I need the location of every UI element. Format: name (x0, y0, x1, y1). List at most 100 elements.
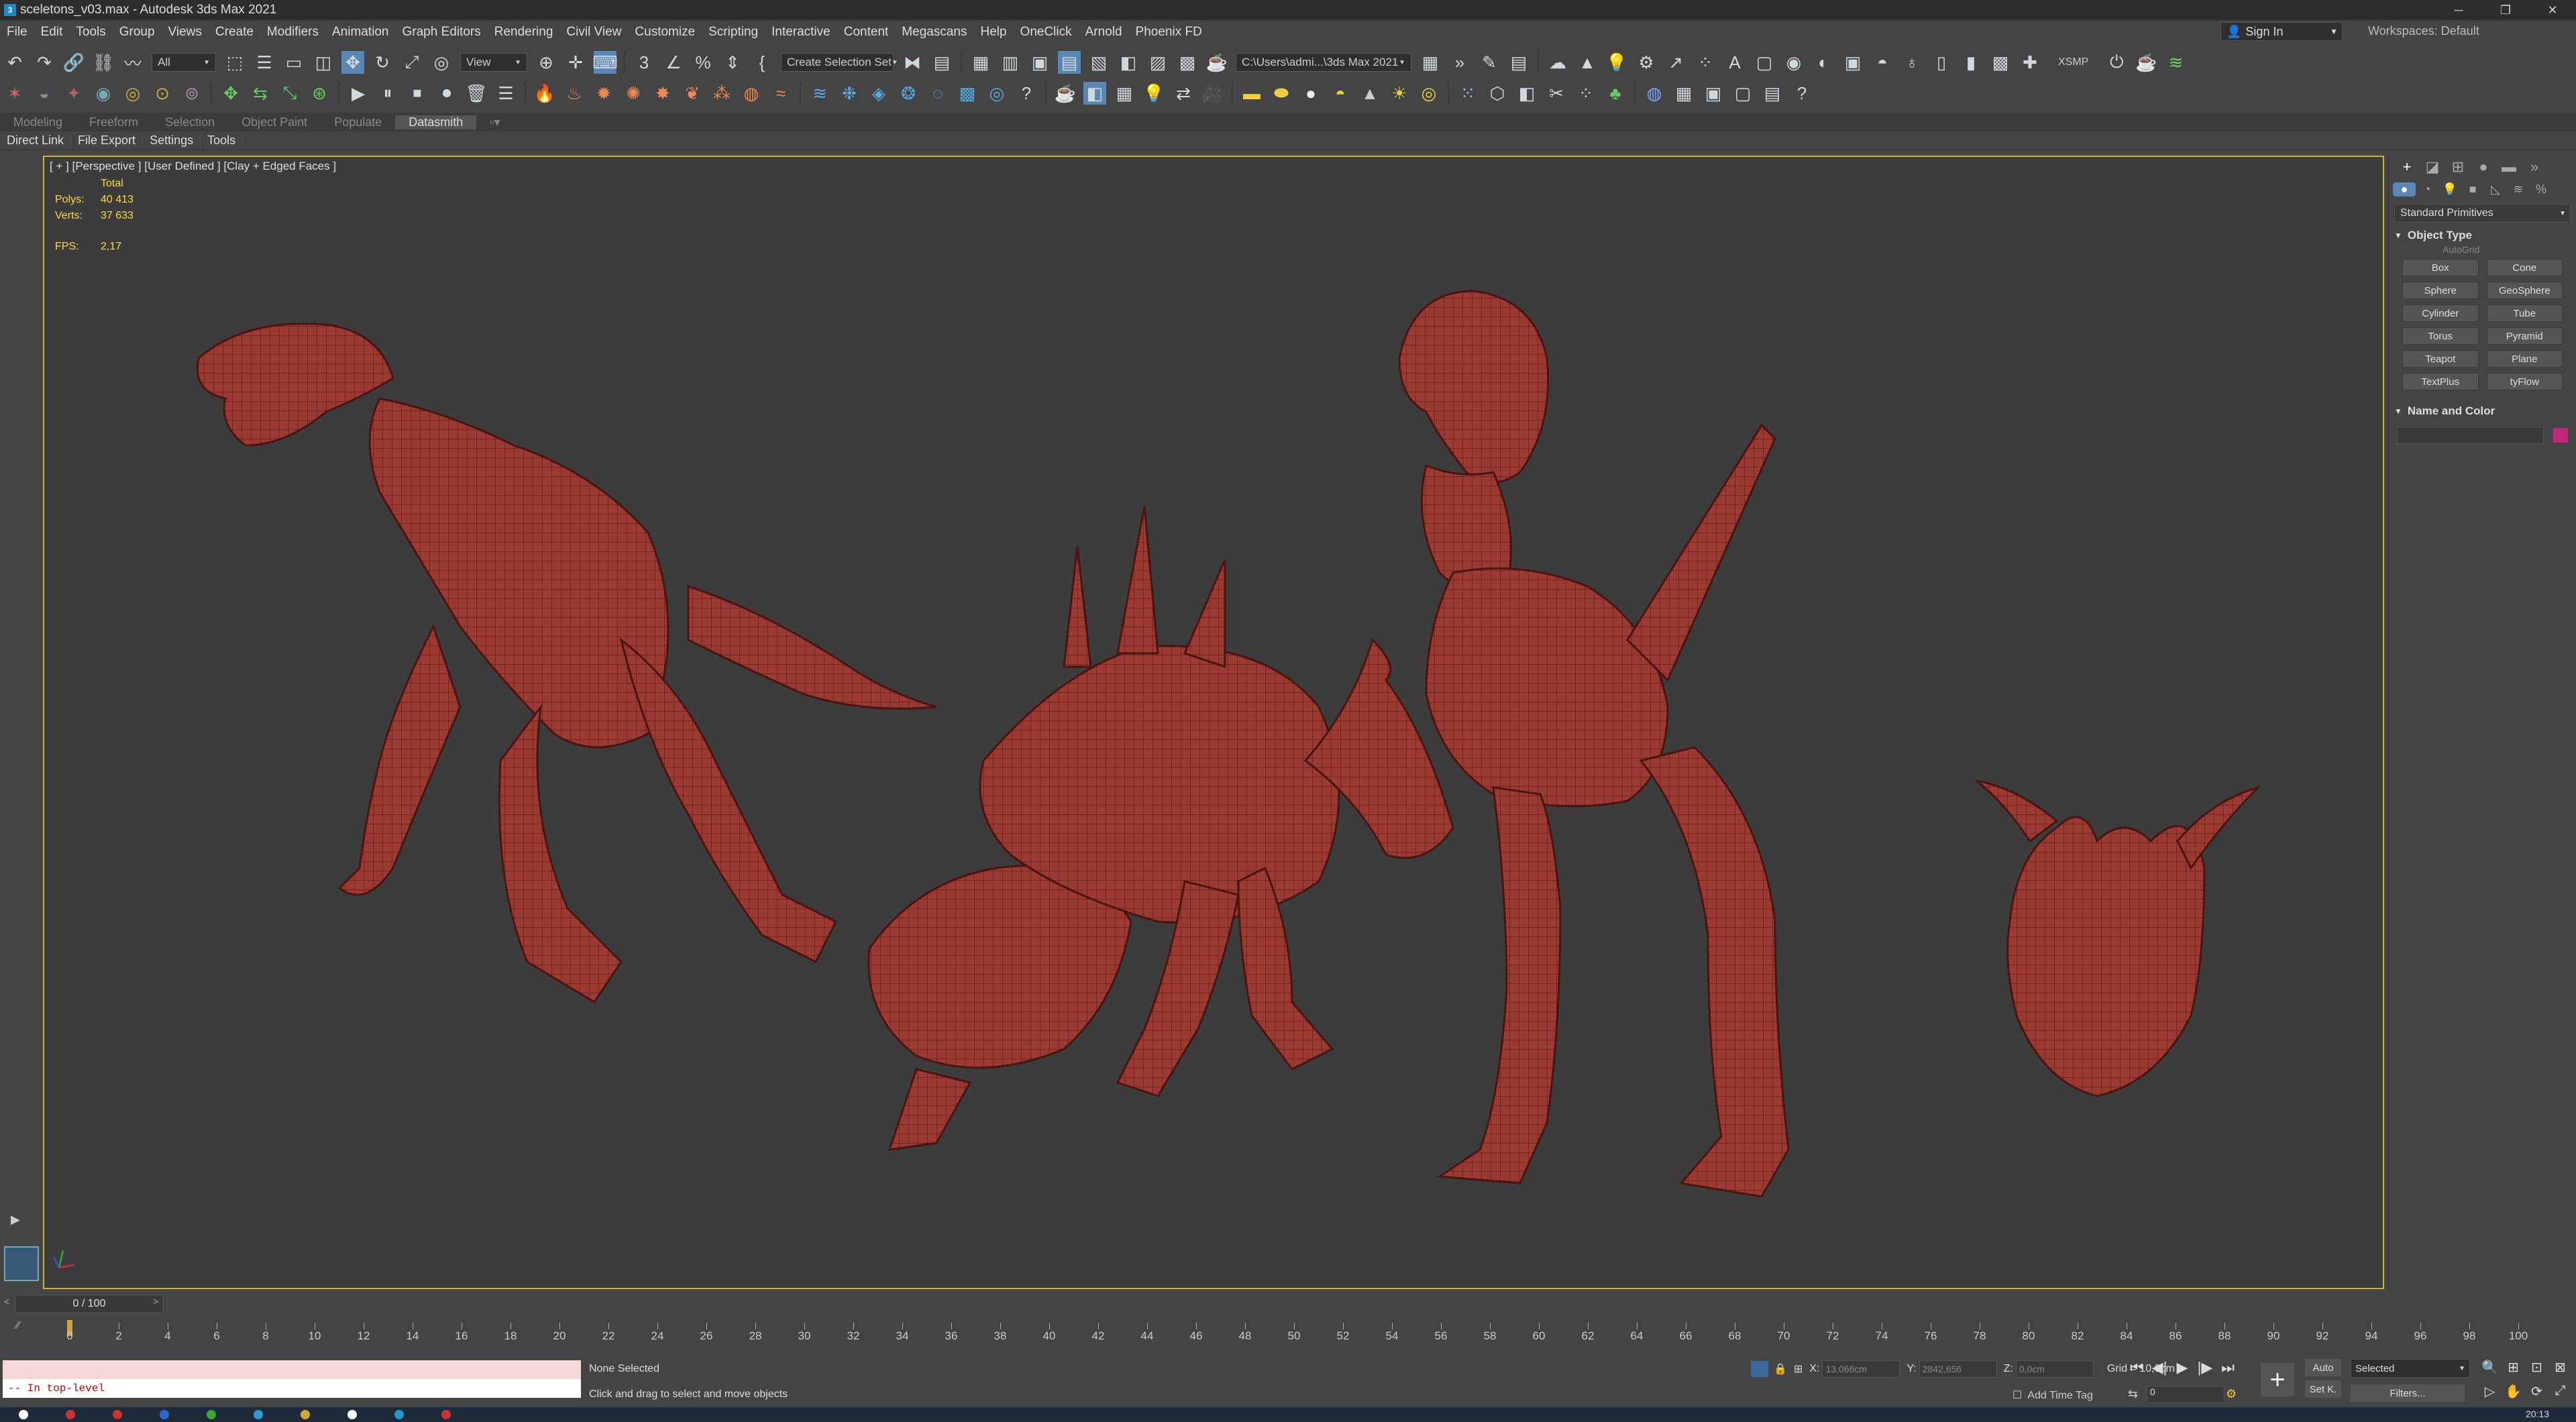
wetmap-icon[interactable]: ◌ (926, 82, 949, 105)
motion-tab-icon[interactable]: ● (2471, 158, 2496, 176)
select-manipulate-icon[interactable]: ✛ (564, 51, 587, 74)
menu-modifiers[interactable]: Modifiers (260, 25, 325, 40)
move-gizmo-icon[interactable]: ✥ (219, 82, 242, 105)
plane-button[interactable]: Plane (2486, 350, 2563, 368)
time-config-icon[interactable]: ⚙ (2226, 1387, 2237, 1401)
ribbon-options-icon[interactable]: ▫▾ (476, 115, 513, 129)
sphere-button[interactable]: Sphere (2402, 282, 2479, 299)
menu-interactive[interactable]: Interactive (765, 25, 837, 40)
project-folder-icon[interactable]: ▦ (1419, 51, 1442, 74)
snapshot-icon[interactable]: ▣ (1841, 51, 1864, 74)
text-tool-icon[interactable]: A (1723, 51, 1746, 74)
plane-light-icon[interactable]: ▬ (1240, 82, 1263, 105)
helpers-icon[interactable]: ◺ (2484, 182, 2507, 197)
sphere-light-icon[interactable]: ● (1299, 82, 1322, 105)
key-filter-dropdown[interactable]: Selected ▼ (2351, 1359, 2470, 1378)
fire-preset-icon[interactable]: ✺ (622, 82, 645, 105)
terrain-icon[interactable]: ▲ (1576, 51, 1599, 74)
add-time-tag[interactable]: ☐ Add Time Tag (2012, 1388, 2093, 1402)
taskbar-app-icon[interactable] (160, 1410, 169, 1419)
reference-coordinate-dropdown[interactable]: View ▼ (460, 53, 527, 72)
display-tab-icon[interactable]: ▬ (2496, 158, 2522, 176)
frame-ruler[interactable]: 0 2 4 6 8 10 12 14 16 18 20 22 24 26 28 30 32 34 36 38 40 42 4… (66, 1316, 2528, 1347)
orbit-icon[interactable]: ⟳ (2525, 1383, 2548, 1407)
select-and-move-icon[interactable]: ✥ (341, 51, 364, 74)
menu-customize[interactable]: Customize (628, 25, 702, 40)
taskbar-app-icon[interactable] (66, 1410, 75, 1419)
geosphere-button[interactable]: GeoSphere (2486, 282, 2563, 299)
select-object-icon[interactable]: ⬚ (223, 51, 246, 74)
systems-icon[interactable]: % (2530, 182, 2553, 197)
notes-icon[interactable]: ▤ (1507, 51, 1530, 74)
menu-create[interactable]: Create (209, 25, 260, 40)
light-icon[interactable]: 💡 (1605, 51, 1628, 74)
menu-arnold[interactable]: Arnold (1079, 25, 1129, 40)
y-coordinate-field[interactable]: 2842,656 (1919, 1360, 1997, 1378)
render-icon[interactable]: ◉ (1782, 51, 1805, 74)
object-name-field[interactable] (2397, 427, 2544, 444)
menu-phoenix-fd[interactable]: Phoenix FD (1129, 25, 1209, 40)
viewport-layout-button[interactable] (4, 1246, 39, 1281)
z-coordinate-field[interactable]: 0,0cm (2015, 1360, 2094, 1378)
select-and-place-icon[interactable]: ◎ (430, 51, 453, 74)
teapot-render-icon[interactable]: ☕ (1054, 82, 1077, 105)
render-globe-icon[interactable]: ◍ (1643, 82, 1666, 105)
x-coordinate-field[interactable]: 13,066cm (1822, 1360, 1900, 1378)
maxscript-listener[interactable]: -- In top-level (3, 1360, 581, 1398)
crouching-creature-skeleton[interactable] (867, 505, 1454, 1151)
expand-arrow-icon[interactable]: ▶ (11, 1213, 20, 1227)
object-type-rollout[interactable]: ▼ Object Type (2394, 227, 2571, 244)
play-icon[interactable]: ▶ (347, 82, 370, 105)
key-filters-button[interactable]: Filters... (2351, 1384, 2465, 1402)
name-and-color-rollout[interactable]: ▼ Name and Color (2394, 402, 2571, 420)
create-shape-icon[interactable]: ✦ (62, 82, 85, 105)
vfb-window-icon[interactable]: ▣ (1702, 82, 1725, 105)
scene-models[interactable] (44, 157, 2383, 1288)
maxscript-input[interactable] (3, 1360, 581, 1379)
edit-named-selection-icon[interactable]: { (751, 51, 773, 74)
cone-button[interactable]: Cone (2486, 259, 2563, 276)
viewer-icon[interactable]: ◐ (1812, 51, 1835, 74)
xsmp-label[interactable]: XSMP (2058, 56, 2088, 68)
set-key-button[interactable]: Set K. (2305, 1380, 2341, 1398)
tab-modeling[interactable]: Modeling (0, 115, 76, 129)
decal-icon[interactable]: ◧ (1515, 82, 1538, 105)
settings-panel-icon[interactable]: ▤ (1761, 82, 1784, 105)
workspaces-selector[interactable]: Workspaces: Default (2368, 24, 2479, 38)
lock-icon[interactable]: 🔒 (1774, 1362, 1787, 1376)
zoom-extents-all-icon[interactable]: ⊠ (2548, 1359, 2572, 1383)
plugin-toolbar-icon[interactable]: ✎ (1478, 51, 1501, 74)
spinner-snap-icon[interactable]: ⇕ (721, 51, 744, 74)
taskbar-app-icon[interactable] (254, 1410, 263, 1419)
go-to-end-icon[interactable]: ⏭ (2216, 1359, 2239, 1376)
textplus-button[interactable]: TextPlus (2402, 373, 2479, 390)
play-animation-icon[interactable]: ▶ (2171, 1359, 2194, 1376)
menu-content[interactable]: Content (837, 25, 896, 40)
minimize-button[interactable]: ─ (2435, 0, 2482, 20)
taskbar-app-icon[interactable] (113, 1410, 122, 1419)
zoom-all-icon[interactable]: ⊞ (2502, 1359, 2525, 1383)
window-crossing-icon[interactable]: ◫ (312, 51, 335, 74)
box-button[interactable]: Box (2402, 259, 2479, 276)
fire-render-icon[interactable]: ✸ (651, 82, 674, 105)
ocean-icon[interactable]: ≋ (808, 82, 831, 105)
material-grid-icon[interactable]: ▦ (1672, 82, 1695, 105)
object-color-swatch[interactable] (2553, 428, 2568, 443)
menu-civil-view[interactable]: Civil View (559, 25, 628, 40)
isolate-toggle-icon[interactable] (1751, 1361, 1768, 1377)
menu-group[interactable]: Group (113, 25, 162, 40)
menu-views[interactable]: Views (162, 25, 209, 40)
create-cylinder-icon[interactable]: ◒ (33, 82, 56, 105)
scene-explorer-icon[interactable]: ▦ (969, 51, 992, 74)
named-selection-set-dropdown[interactable]: Create Selection Set ▼ (781, 53, 898, 72)
cross-icon[interactable]: ✚ (2019, 51, 2041, 74)
autogrid-checkbox[interactable]: AutoGrid (2443, 244, 2576, 259)
list-icon[interactable]: ☰ (494, 82, 517, 105)
water-emit-icon[interactable]: ◈ (867, 82, 890, 105)
arrow-tool-icon[interactable]: ↗ (1664, 51, 1687, 74)
track-bar[interactable]: ⁄∕ 0 2 4 6 8 10 12 14 16 18 20 22 24 26 28 30 32 34 36 38 40… (0, 1316, 2576, 1347)
snaps-toggle-icon[interactable]: 3 (633, 51, 655, 74)
ies-light-icon[interactable]: ▲ (1358, 82, 1381, 105)
subtab-direct-link[interactable]: Direct Link (0, 133, 72, 148)
select-and-scale-icon[interactable]: ⤢ (400, 51, 423, 74)
